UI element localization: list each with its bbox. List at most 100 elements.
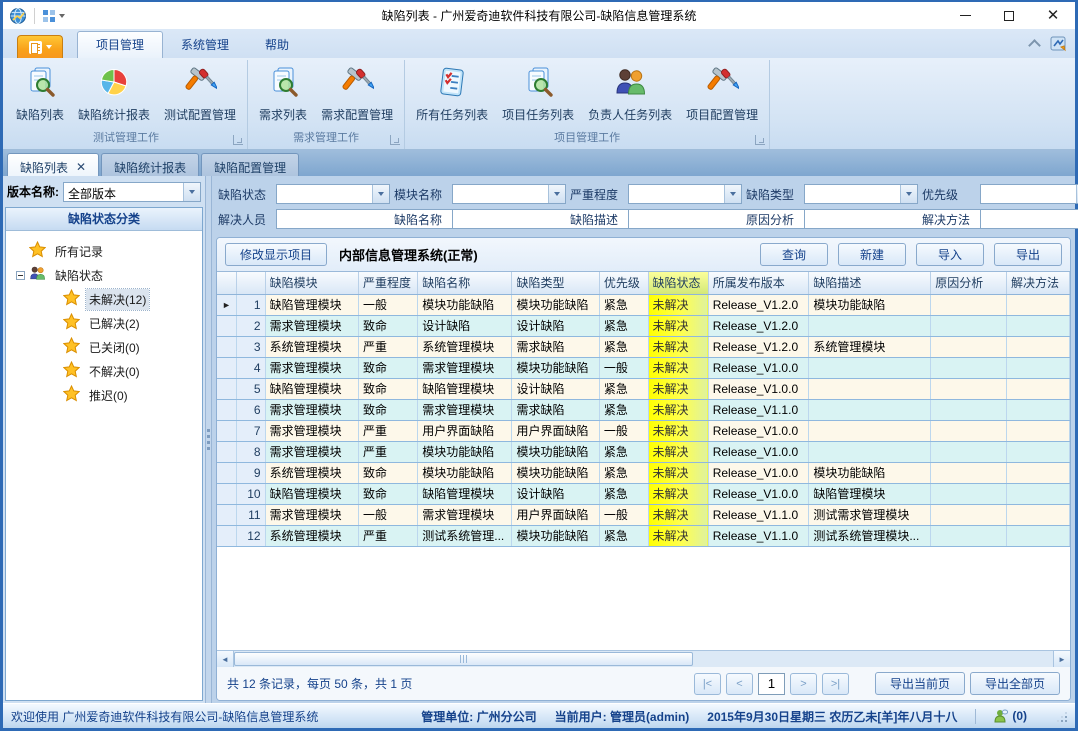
grid-cell[interactable]: 需求管理模块	[265, 420, 358, 441]
ribbon-button-缺陷列表[interactable]: 缺陷列表	[9, 62, 71, 125]
grid-cell[interactable]: Release_V1.0.0	[708, 483, 809, 504]
chevron-down-icon[interactable]	[372, 185, 389, 203]
tree-item-推迟(0)[interactable]: 推迟(0)	[50, 383, 200, 407]
grid-cell[interactable]: 未解决	[648, 483, 708, 504]
row-number-cell[interactable]: 4	[237, 357, 266, 378]
grid-cell[interactable]: 一般	[358, 504, 417, 525]
row-number-cell[interactable]: 1	[237, 294, 266, 315]
row-indicator-cell[interactable]	[217, 420, 237, 441]
collapse-ribbon-icon[interactable]	[1028, 40, 1040, 48]
table-row[interactable]: 2需求管理模块致命设计缺陷设计缺陷紧急未解决Release_V1.2.0	[217, 315, 1070, 336]
dialog-launcher-icon[interactable]	[233, 135, 243, 145]
grid-cell[interactable]: Release_V1.2.0	[708, 315, 809, 336]
table-row[interactable]: 7需求管理模块严重用户界面缺陷用户界面缺陷一般未解决Release_V1.0.0	[217, 420, 1070, 441]
grid-cell[interactable]: 致命	[358, 399, 417, 420]
row-number-cell[interactable]: 10	[237, 483, 266, 504]
row-number-cell[interactable]: 2	[237, 315, 266, 336]
grid-cell[interactable]: 测试系统管理...	[418, 525, 512, 546]
grid-cell[interactable]: 模块功能缺陷	[512, 294, 599, 315]
grid-cell[interactable]	[931, 336, 1007, 357]
table-row[interactable]: 4需求管理模块致命需求管理模块模块功能缺陷一般未解决Release_V1.0.0	[217, 357, 1070, 378]
row-number-cell[interactable]: 5	[237, 378, 266, 399]
grid-cell[interactable]: 紧急	[599, 378, 648, 399]
grid-cell[interactable]: 未解决	[648, 399, 708, 420]
scrollbar-track[interactable]	[234, 651, 1053, 667]
grid-cell[interactable]: 缺陷管理模块	[265, 483, 358, 504]
grid-cell[interactable]: 一般	[599, 420, 648, 441]
dialog-launcher-icon[interactable]	[755, 135, 765, 145]
grid-cell[interactable]: Release_V1.0.0	[708, 441, 809, 462]
grid-cell[interactable]	[1006, 525, 1069, 546]
grid-cell[interactable]: 用户界面缺陷	[512, 504, 599, 525]
ribbon-tab-帮助[interactable]: 帮助	[247, 32, 307, 58]
tab-close-icon[interactable]: ✕	[76, 161, 86, 173]
row-indicator-cell[interactable]	[217, 462, 237, 483]
filter-combo-优先级[interactable]	[980, 184, 1078, 204]
grid-cell[interactable]: 系统管理模块	[265, 462, 358, 483]
grid-cell[interactable]: 测试需求管理模块	[809, 504, 931, 525]
export-current-page-button[interactable]: 导出当前页	[875, 672, 965, 695]
grid-cell[interactable]: Release_V1.0.0	[708, 462, 809, 483]
ribbon-button-项目任务列表[interactable]: 项目任务列表	[495, 62, 581, 125]
column-header-所属发布版本[interactable]: 所属发布版本	[708, 272, 809, 294]
grid-cell[interactable]	[1006, 483, 1069, 504]
grid-cell[interactable]	[1006, 336, 1069, 357]
grid-cell[interactable]	[931, 483, 1007, 504]
application-menu-button[interactable]	[17, 35, 63, 58]
grid-cell[interactable]: Release_V1.2.0	[708, 294, 809, 315]
row-indicator-cell[interactable]: ►	[217, 294, 237, 315]
grid-cell[interactable]	[931, 420, 1007, 441]
table-row[interactable]: 12系统管理模块严重测试系统管理...模块功能缺陷紧急未解决Release_V1…	[217, 525, 1070, 546]
filter-combo-严重程度[interactable]	[628, 184, 742, 204]
grid-cell[interactable]: 测试系统管理模块...	[809, 525, 931, 546]
next-page-button[interactable]: >	[790, 673, 817, 695]
grid-cell[interactable]	[809, 357, 931, 378]
column-header-缺陷描述[interactable]: 缺陷描述	[809, 272, 931, 294]
grid-cell[interactable]: 紧急	[599, 294, 648, 315]
grid-cell[interactable]: 需求管理模块	[265, 399, 358, 420]
grid-cell[interactable]: 设计缺陷	[512, 378, 599, 399]
toolbar-button-查询[interactable]: 查询	[760, 243, 828, 266]
dialog-launcher-icon[interactable]	[390, 135, 400, 145]
filter-combo-模块名称[interactable]	[452, 184, 566, 204]
panel-splitter[interactable]	[205, 176, 212, 703]
document-tab-缺陷统计报表[interactable]: 缺陷统计报表	[101, 153, 199, 176]
grid-cell[interactable]: 模块功能缺陷	[512, 525, 599, 546]
ribbon-button-需求配置管理[interactable]: 需求配置管理	[314, 62, 400, 125]
grid-cell[interactable]: 紧急	[599, 483, 648, 504]
tree-item-已解决(2)[interactable]: 已解决(2)	[50, 311, 200, 335]
grid-cell[interactable]	[1006, 294, 1069, 315]
filter-combo-缺陷状态[interactable]	[276, 184, 390, 204]
column-header-严重程度[interactable]: 严重程度	[358, 272, 417, 294]
grid-cell[interactable]: 紧急	[599, 315, 648, 336]
grid-cell[interactable]: 缺陷管理模块	[418, 483, 512, 504]
table-row[interactable]: 8需求管理模块严重模块功能缺陷模块功能缺陷紧急未解决Release_V1.0.0	[217, 441, 1070, 462]
grid-cell[interactable]: 致命	[358, 315, 417, 336]
grid-cell[interactable]	[809, 420, 931, 441]
export-all-pages-button[interactable]: 导出全部页	[970, 672, 1060, 695]
row-number-cell[interactable]: 3	[237, 336, 266, 357]
toolbar-button-导出[interactable]: 导出	[994, 243, 1062, 266]
grid-cell[interactable]	[1006, 315, 1069, 336]
grid-cell[interactable]: 一般	[599, 504, 648, 525]
grid-cell[interactable]: 系统管理模块	[265, 525, 358, 546]
grid-cell[interactable]: Release_V1.2.0	[708, 336, 809, 357]
grid-cell[interactable]: 系统管理模块	[265, 336, 358, 357]
grid-cell[interactable]	[1006, 420, 1069, 441]
column-header-优先级[interactable]: 优先级	[599, 272, 648, 294]
column-header-缺陷模块[interactable]: 缺陷模块	[265, 272, 358, 294]
table-row[interactable]: 11需求管理模块一般需求管理模块用户界面缺陷一般未解决Release_V1.1.…	[217, 504, 1070, 525]
row-number-cell[interactable]: 7	[237, 420, 266, 441]
column-header-缺陷状态[interactable]: 缺陷状态	[648, 272, 708, 294]
table-row[interactable]: 10缺陷管理模块致命缺陷管理模块设计缺陷紧急未解决Release_V1.0.0缺…	[217, 483, 1070, 504]
grid-cell[interactable]: 系统管理模块	[418, 336, 512, 357]
scroll-left-arrow-icon[interactable]: ◄	[217, 651, 234, 667]
message-indicator[interactable]: (0)	[994, 709, 1027, 723]
grid-cell[interactable]	[931, 462, 1007, 483]
grid-cell[interactable]: 未解决	[648, 462, 708, 483]
grid-cell[interactable]	[931, 357, 1007, 378]
chevron-down-icon[interactable]	[724, 185, 741, 203]
grid-cell[interactable]	[931, 525, 1007, 546]
tree-item-未解决(12)[interactable]: 未解决(12)	[50, 287, 200, 311]
ribbon-tab-项目管理[interactable]: 项目管理	[77, 31, 163, 58]
